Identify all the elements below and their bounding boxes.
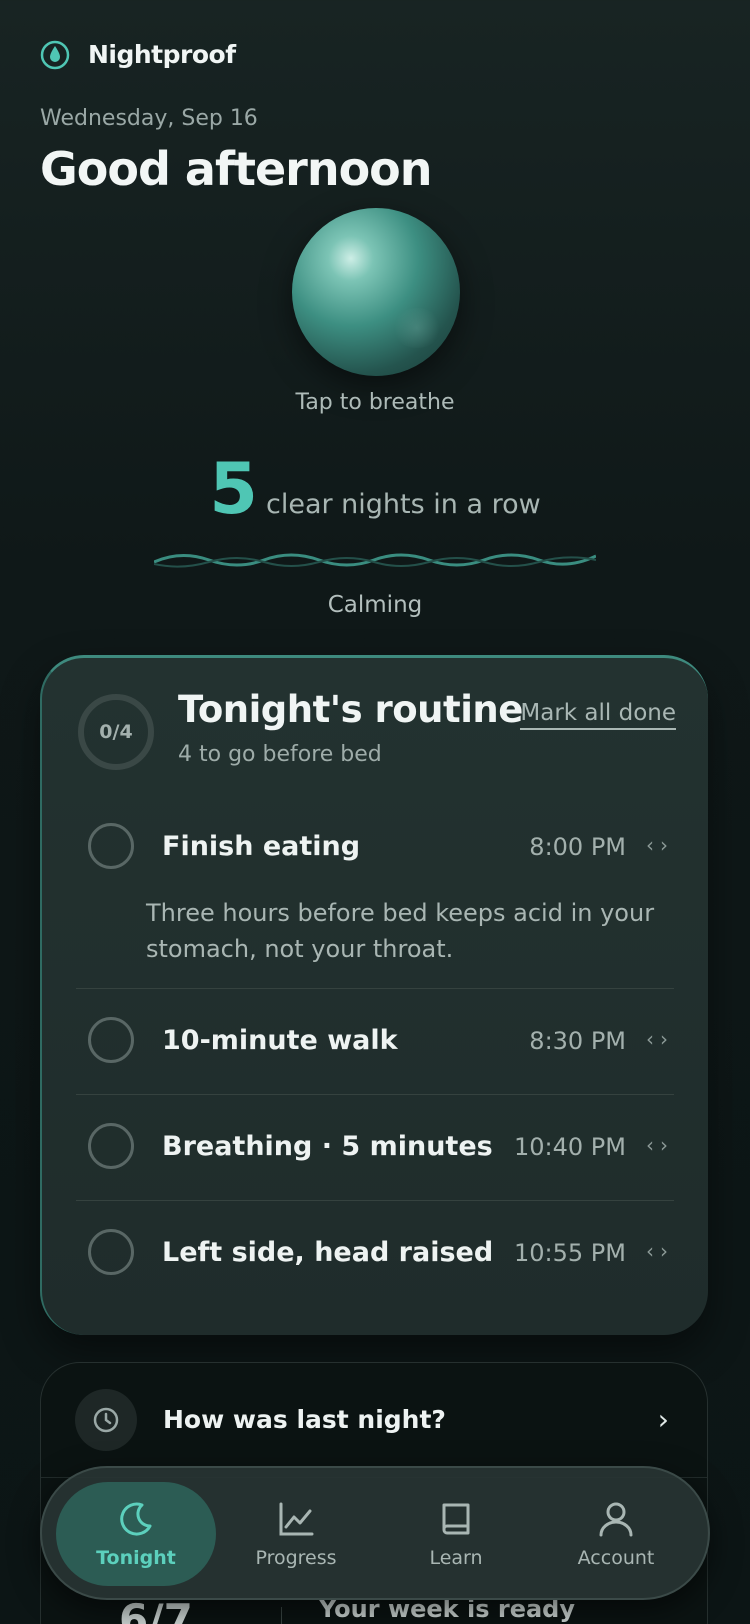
routine-progress-ring: 0/4 [78, 694, 154, 770]
tab-progress[interactable]: Progress [216, 1482, 376, 1586]
time-adjust-arrows-icon[interactable]: ‹› [646, 833, 674, 857]
task-name: Breathing · 5 minutes [162, 1131, 493, 1162]
routine-task-breathing[interactable]: Breathing · 5 minutes 10:40 PM ‹› [76, 1123, 674, 1173]
breathing-orb-button[interactable] [292, 208, 460, 376]
streak-count: 5 [209, 448, 258, 530]
task-time: 8:30 PM [529, 1027, 626, 1055]
tab-label: Tonight [96, 1547, 176, 1569]
tab-account[interactable]: Account [536, 1482, 696, 1586]
chevron-right-icon[interactable]: › [658, 1403, 669, 1436]
breathe-label: Tap to breathe [295, 390, 455, 415]
task-checkbox[interactable] [88, 1017, 134, 1063]
task-checkbox[interactable] [88, 823, 134, 869]
app-brand: Nightproof [40, 38, 236, 70]
time-adjust-arrows-icon[interactable]: ‹› [646, 1027, 674, 1051]
task-checkbox[interactable] [88, 1123, 134, 1169]
routine-task-sleep-position[interactable]: Left side, head raised 10:55 PM ‹› [76, 1229, 674, 1279]
current-date: Wednesday, Sep 16 [40, 106, 258, 131]
routine-task-walk[interactable]: 10-minute walk 8:30 PM ‹› [76, 1017, 674, 1067]
task-divider [76, 988, 674, 989]
task-time: 10:40 PM [514, 1133, 626, 1161]
tab-tonight[interactable]: Tonight [56, 1482, 216, 1586]
clock-icon [75, 1389, 137, 1451]
task-divider [76, 1200, 674, 1201]
tab-label: Progress [255, 1547, 337, 1569]
tab-label: Account [577, 1547, 655, 1569]
task-time: 10:55 PM [514, 1239, 626, 1267]
streak-summary: 5 clear nights in a row [0, 448, 750, 530]
tab-learn[interactable]: Learn [376, 1482, 536, 1586]
task-name: Finish eating [162, 831, 361, 862]
mark-all-done-link[interactable]: Mark all done [520, 700, 676, 730]
tonight-routine-card: 0/4 Tonight's routine 4 to go before bed… [40, 655, 708, 1335]
last-night-question: How was last night? [163, 1405, 446, 1434]
streak-text: clear nights in a row [265, 489, 541, 520]
task-checkbox[interactable] [88, 1229, 134, 1275]
task-name: Left side, head raised [162, 1237, 494, 1268]
calm-wave-graphic [154, 553, 596, 568]
chart-icon [279, 1502, 314, 1536]
task-name: 10-minute walk [162, 1025, 398, 1056]
tab-label: Learn [429, 1547, 483, 1569]
week-separator [281, 1607, 282, 1624]
task-description: Three hours before bed keeps acid in you… [146, 899, 655, 963]
moon-icon [120, 1502, 152, 1536]
task-divider [76, 1094, 674, 1095]
book-icon [442, 1503, 470, 1535]
mood-label: Calming [327, 592, 423, 618]
person-icon [599, 1502, 633, 1537]
time-adjust-arrows-icon[interactable]: ‹› [646, 1133, 674, 1157]
time-adjust-arrows-icon[interactable]: ‹› [646, 1239, 674, 1263]
routine-task-finish-eating[interactable]: Finish eating 8:00 PM ‹› Three hours bef… [76, 823, 674, 983]
bottom-tab-bar: Tonight Progress Learn Account [40, 1466, 710, 1600]
task-time: 8:00 PM [529, 833, 626, 861]
greeting-title: Good afternoon [40, 142, 433, 196]
drop-logo-icon [40, 40, 70, 70]
routine-title: Tonight's routine [178, 688, 523, 731]
routine-subtitle: 4 to go before bed [178, 742, 382, 767]
app-name: Nightproof [88, 39, 236, 69]
